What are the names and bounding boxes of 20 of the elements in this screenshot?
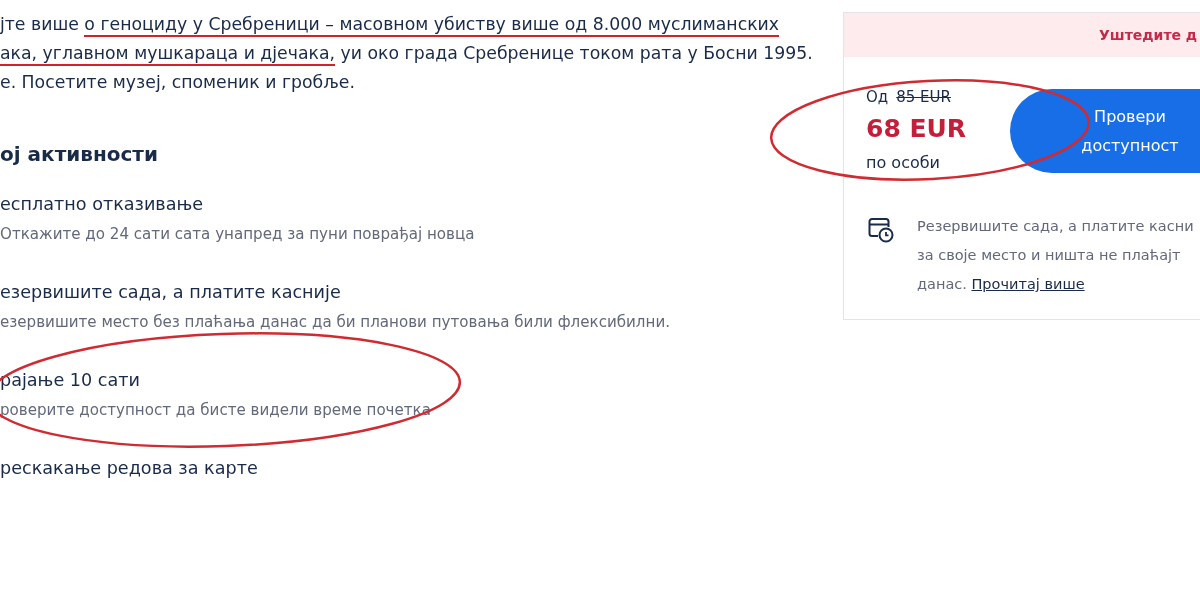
feature-title: есплатно отказивање <box>0 193 204 216</box>
check-availability-button[interactable]: Провери доступност <box>1010 89 1200 173</box>
paragraph-line: јте више о геноциду у Сребреници – масовном убиству више од 8.000 муслиманских <box>0 10 838 39</box>
feature-title: рескакање редова за карте <box>0 457 258 480</box>
reserve-note: Резервишите сада, а платите касни за своје место и ништа не плаћајт данас. Прочитај више <box>917 217 1194 294</box>
feature-title: рајање 10 сати <box>0 369 140 392</box>
read-more-link[interactable]: Прочитај више <box>971 276 1085 292</box>
calendar-clock-icon <box>868 217 894 243</box>
feature-description: Откажите до 24 сати сата унапред за пуни поврађај новца <box>0 224 475 245</box>
price-prefix: Од <box>866 87 889 107</box>
price-unit: по особи <box>866 152 941 174</box>
section-heading: ој активности <box>0 141 159 168</box>
feature-description: роверите доступност да бисте видели време почетка <box>0 400 431 421</box>
feature-title: езервишите сада, а платите касније <box>0 281 341 304</box>
savings-banner: Уштедите д <box>844 13 1200 57</box>
current-price: 68 EUR <box>866 113 968 145</box>
paragraph-line: е. Посетите музеј, споменик и гробље. <box>0 71 356 94</box>
feature-description: езервишите место без плаћања данас да би планови путовања били флексибилни. <box>0 312 670 333</box>
paragraph-line: ака, углавном мушкараца и дјечака, уи око града Сребренице током рата у Босни 1995. <box>0 39 838 68</box>
original-price: 85 EUR <box>896 87 951 107</box>
